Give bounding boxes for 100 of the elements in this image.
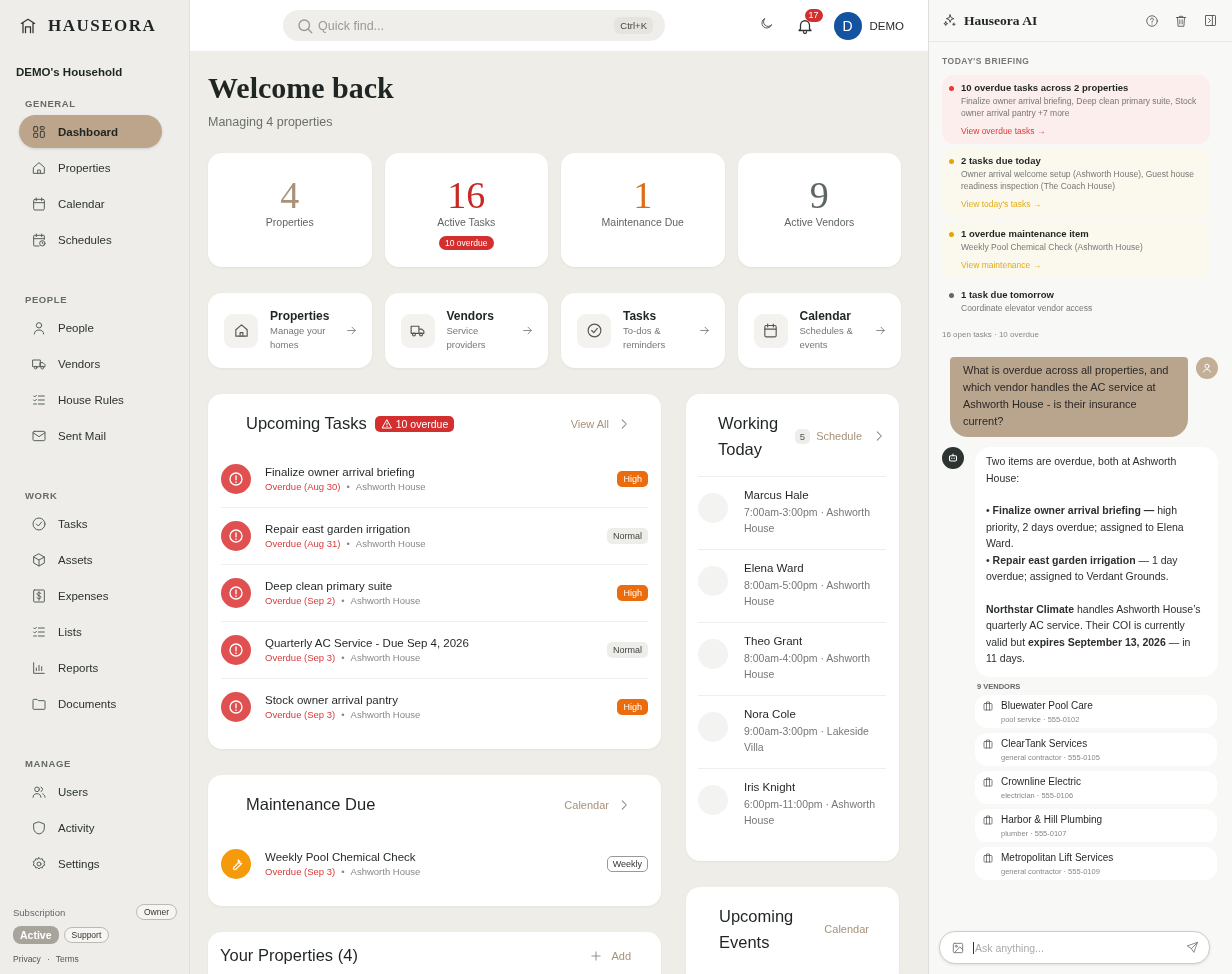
- alert-icon: [227, 527, 245, 545]
- quick-link-card[interactable]: Calendar Schedules & events: [737, 293, 901, 368]
- quick-link-card[interactable]: Tasks To-dos & reminders: [561, 293, 725, 368]
- status-badge: Active: [13, 926, 59, 944]
- shield-icon: [31, 819, 47, 836]
- stat-card[interactable]: 9 Active Vendors: [737, 153, 901, 267]
- logo-icon: [18, 16, 38, 36]
- shift-text: 7:00am-3:00pm · Ashworth House: [744, 505, 872, 536]
- nav-item[interactable]: Reports: [19, 651, 162, 684]
- card-title: Upcoming Tasks: [246, 414, 367, 433]
- quick-link-card[interactable]: Properties Manage your homes: [208, 293, 372, 368]
- support-button[interactable]: Support: [63, 927, 110, 943]
- dollar-icon: [31, 587, 47, 604]
- footer-link[interactable]: Privacy: [13, 954, 41, 964]
- shift-text: 8:00am-4:00pm · Ashworth House: [744, 651, 872, 682]
- due-date: Overdue (Aug 30): [265, 481, 341, 492]
- trash-icon: [1174, 13, 1188, 28]
- due-date: Overdue (Aug 31): [265, 538, 341, 549]
- task-row[interactable]: Repair east garden irrigation Overdue (Aug 31) • Ashworth House Normal: [221, 507, 648, 564]
- check-circle-icon: [31, 515, 47, 532]
- notification-count: 17: [804, 8, 823, 22]
- briefing-detail: Weekly Pool Chemical Check (Ashworth House): [961, 241, 1143, 253]
- nav-item[interactable]: Tasks: [19, 507, 162, 540]
- task-row[interactable]: Finalize owner arrival briefing Overdue (Aug 30) • Ashworth House High: [221, 451, 648, 507]
- task-row[interactable]: Stock owner arrival pantry Overdue (Sep 3) • Ashworth House High: [221, 678, 648, 735]
- priority-badge: Normal: [607, 528, 648, 544]
- briefing-title: 1 overdue maintenance item: [961, 228, 1089, 239]
- arrow-right-icon: [874, 324, 887, 337]
- section-heading: PEOPLE: [24, 294, 69, 307]
- stat-card[interactable]: 4 Properties: [208, 153, 372, 267]
- section-heading: GENERAL: [24, 98, 77, 111]
- maintenance-row[interactable]: Weekly Pool Chemical Check Overdue (Sep 3) • Ashworth House Weekly: [221, 836, 648, 892]
- nav-item[interactable]: Users: [19, 775, 162, 808]
- calendar-icon: [762, 322, 779, 339]
- task-row[interactable]: Quarterly AC Service - Due Sep 4, 2026 Overdue (Sep 3) • Ashworth House Normal: [221, 621, 648, 678]
- nav-item[interactable]: Sent Mail: [19, 419, 162, 452]
- separator-dot: •: [346, 481, 350, 492]
- nav-item[interactable]: Settings: [19, 847, 162, 880]
- nav-item[interactable]: Dashboard: [19, 115, 162, 148]
- stat-card[interactable]: 1 Maintenance Due: [561, 153, 725, 267]
- quick-link-card[interactable]: Vendors Service providers: [384, 293, 548, 368]
- search-icon: [296, 16, 314, 35]
- nav-item[interactable]: Documents: [19, 687, 162, 720]
- help-icon: [1145, 13, 1159, 28]
- alert-icon: [227, 584, 245, 602]
- box-icon: [31, 551, 47, 568]
- briefing-link[interactable]: View overdue tasks →: [961, 126, 1046, 136]
- section-heading: WORK: [24, 490, 59, 503]
- quick-link-subtitle: To-dos & reminders: [623, 324, 667, 352]
- quick-link-title: Tasks: [623, 309, 657, 323]
- stat-value: 9: [809, 175, 829, 215]
- nav-item[interactable]: Assets: [19, 543, 162, 576]
- subscription-label: Subscription: [13, 906, 66, 918]
- card-title: Upcoming Events: [719, 906, 794, 953]
- nav-item[interactable]: Lists: [19, 615, 162, 648]
- shift-text: 8:00am-5:00pm · Ashworth House: [744, 578, 872, 609]
- staff-name: Elena Ward: [744, 562, 805, 574]
- priority-badge: High: [617, 585, 648, 601]
- briefcase-icon: [982, 851, 994, 864]
- image-icon: [951, 940, 965, 955]
- bar-chart-icon: [31, 659, 47, 676]
- footer-link[interactable]: Terms: [55, 954, 79, 964]
- vendor-name: Crownline Electric: [1001, 775, 1082, 787]
- users-icon: [31, 783, 47, 800]
- collapse-panel-icon: [1203, 13, 1218, 28]
- quick-link-title: Calendar: [799, 309, 851, 323]
- quick-link-subtitle: Schedules & events: [799, 324, 854, 352]
- briefcase-icon: [982, 699, 994, 712]
- search-field[interactable]: Quick find... Ctrl+K: [283, 10, 665, 41]
- vendor-name: Harbor & Hill Plumbing: [1001, 813, 1103, 825]
- household-name: DEMO's Household: [16, 66, 123, 78]
- briefcase-icon: [982, 775, 994, 788]
- nav-item[interactable]: Schedules: [19, 223, 162, 256]
- settings-icon: [31, 855, 47, 872]
- dashboard-icon: [31, 123, 47, 140]
- staff-row[interactable]: Iris Knight 6:00pm-11:00pm · Ashworth House: [698, 768, 886, 841]
- nav-item[interactable]: Calendar: [19, 187, 162, 220]
- stat-label: Properties: [265, 216, 314, 228]
- nav-item[interactable]: House Rules: [19, 383, 162, 416]
- due-date: Overdue (Sep 2): [265, 595, 336, 606]
- nav-item[interactable]: Properties: [19, 151, 162, 184]
- due-date: Overdue (Sep 3): [265, 866, 336, 877]
- staff-row[interactable]: Elena Ward 8:00am-5:00pm · Ashworth House: [698, 549, 886, 622]
- arrow-right-icon: [344, 324, 358, 337]
- staff-row[interactable]: Theo Grant 8:00am-4:00pm · Ashworth House: [698, 622, 886, 695]
- arrow-right-icon: [521, 324, 534, 337]
- nav-item[interactable]: Activity: [19, 811, 162, 844]
- staff-row[interactable]: Nora Cole 9:00am-3:00pm · Lakeside Villa: [698, 695, 886, 768]
- nav-item[interactable]: People: [19, 311, 162, 344]
- calendar-icon: [31, 195, 47, 212]
- nav-item[interactable]: Expenses: [19, 579, 162, 612]
- stat-card[interactable]: 16 Active Tasks 10 overdue: [384, 153, 548, 267]
- task-row[interactable]: Deep clean primary suite Overdue (Sep 2) • Ashworth House High: [221, 564, 648, 621]
- priority-badge: High: [617, 471, 648, 487]
- staff-row[interactable]: Marcus Hale 7:00am-3:00pm · Ashworth House: [698, 476, 886, 549]
- user-avatar[interactable]: D: [833, 11, 862, 40]
- card-title: Maintenance Due: [246, 795, 376, 814]
- nav-item[interactable]: Vendors: [19, 347, 162, 380]
- shift-text: 6:00pm-11:00pm · Ashworth House: [744, 797, 877, 828]
- frequency-badge: Weekly: [606, 856, 648, 872]
